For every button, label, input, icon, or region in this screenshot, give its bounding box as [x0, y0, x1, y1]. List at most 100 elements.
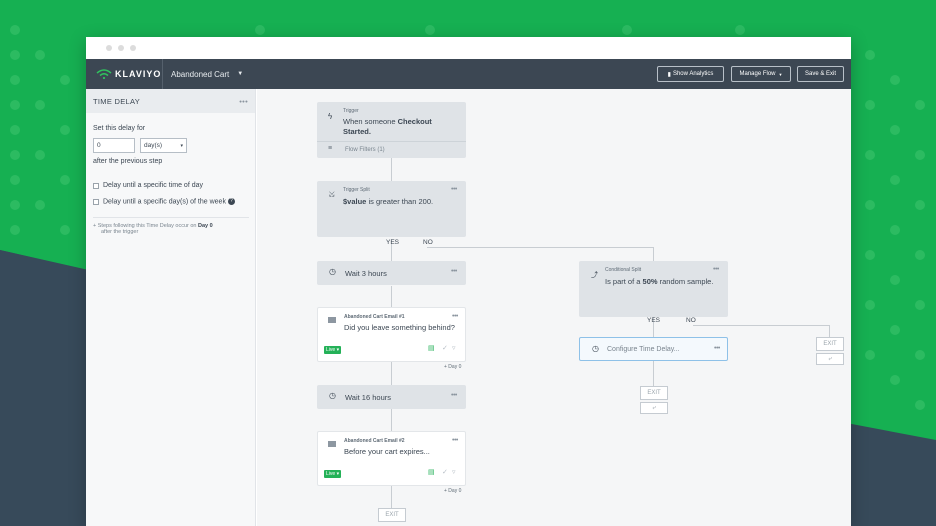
more-icon[interactable]: •••	[452, 437, 458, 444]
time-of-day-label: Delay until a specific time of day	[103, 182, 203, 189]
preview-icon[interactable]: ▤	[428, 344, 435, 352]
filter-icon[interactable]: ▿	[452, 344, 456, 352]
wait2-label: Wait 16 hours	[345, 393, 391, 402]
preview-icon[interactable]: ▤	[428, 468, 435, 476]
flow-name-dropdown[interactable]: Abandoned Cart ▼	[162, 59, 243, 89]
split-icon: ⤴	[591, 272, 598, 279]
wait-card-2[interactable]: ◷ Wait 16 hours •••	[317, 385, 466, 409]
trigger-card[interactable]: ϟ Trigger When someone Checkout Started. …	[317, 102, 466, 158]
email1-subject: Did you leave something behind?	[344, 323, 455, 332]
check-icon[interactable]: ✓	[442, 344, 448, 352]
delay-unit-select[interactable]: day(s) ▾	[140, 138, 187, 153]
caret-down-icon: ▼	[778, 71, 783, 77]
no-label: NO	[423, 239, 433, 246]
cond-split-text1: Is part of a	[605, 277, 643, 286]
more-icon[interactable]: •••	[239, 97, 248, 106]
exit-merge-node[interactable]: ⤶	[816, 353, 844, 365]
connector	[391, 286, 392, 307]
email-card-1[interactable]: Abandoned Cart Email #1 Did you leave so…	[317, 307, 466, 362]
connector	[427, 247, 654, 248]
day-of-week-label: Delay until a specific day(s) of the wee…	[103, 198, 235, 205]
more-icon[interactable]: •••	[451, 268, 457, 275]
trigger-split-label: Trigger Split	[343, 187, 370, 193]
status-text: Live	[326, 471, 336, 477]
yes-label: YES	[647, 317, 661, 324]
merge-icon: ⤶	[828, 355, 832, 362]
check-icon[interactable]: ✓	[442, 468, 448, 476]
manage-flow-label: Manage Flow	[739, 71, 776, 77]
show-analytics-button[interactable]: ▮ Show Analytics	[657, 66, 724, 82]
connector	[391, 486, 392, 508]
more-icon[interactable]: •••	[451, 186, 457, 193]
email1-label: Abandoned Cart Email #1	[344, 314, 405, 320]
status-badge[interactable]: Live ▾	[324, 346, 342, 354]
filter-icon: ≡	[328, 145, 333, 152]
flow-name: Abandoned Cart	[171, 69, 230, 79]
wifi-logo-icon	[96, 69, 112, 79]
brand-name: KLAVIYO	[115, 69, 162, 79]
window-dot	[130, 45, 136, 51]
clock-icon: ◷	[329, 391, 336, 400]
status-badge[interactable]: Live ▾	[324, 470, 342, 478]
manage-flow-button[interactable]: Manage Flow ▼	[731, 66, 791, 82]
trigger-text: When someone Checkout Started.	[343, 117, 453, 137]
exit-node: EXIT	[640, 386, 668, 400]
exit-node: EXIT	[378, 508, 406, 522]
divider	[93, 217, 249, 218]
trigger-split-text: $value is greater than 200.	[343, 197, 433, 206]
note-line2: after the trigger	[101, 229, 139, 235]
cond-split-text2: random sample.	[657, 277, 714, 286]
connector	[391, 157, 392, 181]
exit-merge-node[interactable]: ⤶	[640, 402, 668, 414]
brand-logo[interactable]: KLAVIYO	[86, 69, 162, 79]
help-icon[interactable]: ?	[227, 198, 235, 205]
day-of-week-text: Delay until a specific day(s) of the wee…	[103, 198, 226, 206]
email1-day: + Day 0	[444, 364, 462, 370]
day-of-week-checkbox[interactable]	[93, 199, 99, 205]
clock-icon: ◷	[592, 344, 599, 353]
yes-label: YES	[386, 239, 400, 246]
email-icon	[328, 317, 336, 323]
trigger-split-card[interactable]: ⤩ Trigger Split $value is greater than 2…	[317, 181, 466, 237]
connector	[391, 409, 392, 431]
wait1-label: Wait 3 hours	[345, 269, 387, 278]
split-icon: ⤩	[329, 191, 335, 198]
delay-value-input[interactable]: 0	[93, 138, 135, 153]
more-icon[interactable]: •••	[452, 313, 458, 320]
after-previous-label: after the previous step	[93, 158, 163, 165]
no-label: NO	[686, 317, 696, 324]
sidebar-header: TIME DELAY •••	[86, 89, 255, 113]
wait-card-1[interactable]: ◷ Wait 3 hours •••	[317, 261, 466, 285]
more-icon[interactable]: •••	[714, 345, 720, 352]
email-icon	[328, 441, 336, 447]
time-of-day-checkbox[interactable]	[93, 183, 99, 189]
more-icon[interactable]: •••	[713, 266, 719, 273]
sidebar: TIME DELAY ••• Set this delay for 0 day(…	[86, 89, 256, 526]
window-chrome	[86, 37, 851, 59]
sidebar-title: TIME DELAY	[93, 96, 141, 106]
email-card-2[interactable]: Abandoned Cart Email #2 Before your cart…	[317, 431, 466, 486]
trigger-split-rest: is greater than 200.	[366, 197, 434, 206]
show-analytics-label: Show Analytics	[672, 71, 714, 77]
lightning-icon: ϟ	[328, 112, 333, 121]
conditional-split-card[interactable]: ⤴ Conditional Split Is part of a 50% ran…	[579, 261, 728, 317]
flow-canvas[interactable]: ϟ Trigger When someone Checkout Started. …	[257, 89, 851, 526]
set-delay-label: Set this delay for	[93, 125, 146, 132]
merge-icon: ⤶	[652, 404, 656, 411]
email2-label: Abandoned Cart Email #2	[344, 438, 405, 444]
connector	[829, 325, 830, 337]
configure-time-delay-card[interactable]: ◷ Configure Time Delay... •••	[579, 337, 728, 361]
exit-label: EXIT	[823, 341, 837, 347]
save-exit-button[interactable]: Save & Exit	[797, 66, 844, 82]
trigger-text2: Started.	[343, 127, 371, 136]
connector	[653, 361, 654, 386]
filter-icon[interactable]: ▿	[452, 468, 456, 476]
flow-filters-label[interactable]: Flow Filters (1)	[345, 147, 385, 153]
caret-down-icon: ▼	[237, 71, 244, 77]
more-icon[interactable]: •••	[451, 392, 457, 399]
status-text: Live	[326, 347, 336, 353]
trigger-bold: Checkout	[397, 117, 432, 126]
save-exit-label: Save & Exit	[804, 71, 836, 77]
email2-subject: Before your cart expires...	[344, 447, 430, 456]
exit-label: EXIT	[385, 512, 399, 518]
